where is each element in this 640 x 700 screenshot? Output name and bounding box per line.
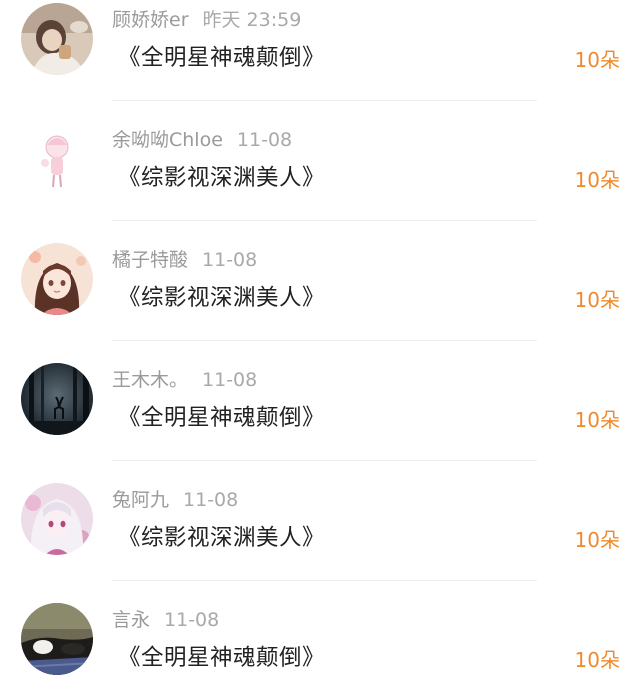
divider xyxy=(112,460,537,461)
cat-photo-avatar xyxy=(21,603,93,675)
flower-count: 10朵 xyxy=(574,408,620,432)
avatar[interactable] xyxy=(21,603,93,675)
book-title[interactable]: 《全明星神魂颠倒》 xyxy=(118,400,325,436)
user-name[interactable]: 兔阿九 xyxy=(112,489,169,511)
book-title[interactable]: 《综影视深渊美人》 xyxy=(118,520,325,556)
divider xyxy=(112,100,537,101)
flower-count: 10朵 xyxy=(574,48,620,72)
list-item[interactable]: 兔阿九 11-08 《综影视深渊美人》 10朵 xyxy=(0,480,640,580)
gift-list: 顾娇娇er 昨天 23:59 《全明星神魂颠倒》 10朵 余呦呦Chloe 11-0… xyxy=(0,0,640,695)
book-title[interactable]: 《综影视深渊美人》 xyxy=(118,160,325,196)
divider xyxy=(112,340,537,341)
user-name[interactable]: 言永 xyxy=(112,609,150,631)
flower-count: 10朵 xyxy=(574,168,620,192)
chibi-girl-sketch-avatar xyxy=(21,123,93,195)
white-hair-anime-girl-avatar xyxy=(21,483,93,555)
list-item[interactable]: 言永 11-08 《全明星神魂颠倒》 10朵 xyxy=(0,600,640,700)
avatar[interactable] xyxy=(21,123,93,195)
anime-girl-avatar xyxy=(21,243,93,315)
book-title[interactable]: 《全明星神魂颠倒》 xyxy=(118,40,325,76)
avatar[interactable] xyxy=(21,243,93,315)
avatar[interactable] xyxy=(21,363,93,435)
flower-count: 10朵 xyxy=(574,648,620,672)
timestamp: 11-08 xyxy=(202,249,258,271)
user-name[interactable]: 顾娇娇er xyxy=(112,9,189,31)
book-title[interactable]: 《综影视深渊美人》 xyxy=(118,280,325,316)
user-name[interactable]: 橘子特酸 xyxy=(112,249,188,271)
avatar[interactable] xyxy=(21,483,93,555)
user-name[interactable]: 王木木。 xyxy=(112,369,188,391)
flower-count: 10朵 xyxy=(574,528,620,552)
list-item[interactable]: 余呦呦Chloe 11-08 《综影视深渊美人》 10朵 xyxy=(0,120,640,220)
timestamp: 11-08 xyxy=(202,369,258,391)
timestamp: 11-08 xyxy=(236,129,293,151)
book-title[interactable]: 《全明星神魂颠倒》 xyxy=(118,640,325,676)
divider xyxy=(112,220,537,221)
avatar[interactable] xyxy=(21,3,93,75)
timestamp: 昨天 23:59 xyxy=(202,9,302,31)
timestamp: 11-08 xyxy=(164,609,220,631)
girl-with-cup-photo-avatar xyxy=(21,3,93,75)
flower-count: 10朵 xyxy=(574,288,620,312)
user-name[interactable]: 余呦呦Chloe xyxy=(112,129,223,151)
divider xyxy=(112,580,537,581)
timestamp: 11-08 xyxy=(183,489,239,511)
list-item[interactable]: 王木木。 11-08 《全明星神魂颠倒》 10朵 xyxy=(0,360,640,460)
list-item[interactable]: 橘子特酸 11-08 《综影视深渊美人》 10朵 xyxy=(0,240,640,340)
list-item[interactable]: 顾娇娇er 昨天 23:59 《全明星神魂颠倒》 10朵 xyxy=(0,0,640,100)
dark-forest-deer-avatar xyxy=(21,363,93,435)
